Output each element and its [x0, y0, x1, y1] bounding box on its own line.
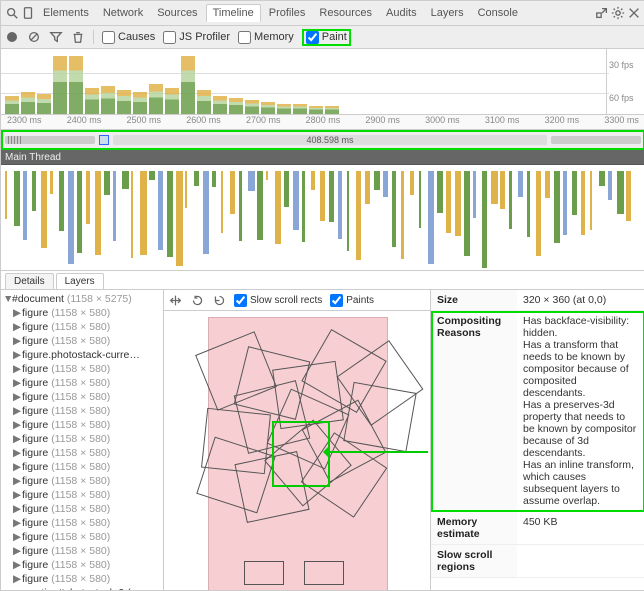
- layer-rect[interactable]: [244, 561, 284, 585]
- fps-30-label: 30 fps: [609, 60, 634, 70]
- tree-node[interactable]: ▶figure (1158 × 580): [1, 516, 163, 530]
- tree-node[interactable]: ▶figure (1158 × 580): [1, 544, 163, 558]
- layer-stage[interactable]: [164, 311, 430, 590]
- rotate-icon[interactable]: [190, 293, 204, 307]
- tree-node[interactable]: ▶figure (1158 × 580): [1, 558, 163, 572]
- tree-node[interactable]: ▶figure.photostack-curre…: [1, 348, 163, 362]
- timeline-toolbar: Causes JS Profiler Memory Paint: [1, 26, 644, 49]
- tree-node[interactable]: ▶figure (1158 × 580): [1, 418, 163, 432]
- overview-center: 408.598 ms: [113, 135, 547, 145]
- tab-console[interactable]: Console: [472, 5, 524, 21]
- tree-root[interactable]: ▼#document (1158 × 5275): [1, 292, 163, 306]
- toggle-slow-rects[interactable]: Slow scroll rects: [234, 294, 322, 307]
- layer-rect[interactable]: [304, 561, 344, 585]
- tree-node[interactable]: ▶figure (1158 × 580): [1, 334, 163, 348]
- tab-network[interactable]: Network: [97, 5, 149, 21]
- tree-node[interactable]: ▶figure (1158 × 580): [1, 446, 163, 460]
- detail-tab-layers[interactable]: Layers: [56, 273, 104, 289]
- search-icon[interactable]: [5, 6, 19, 20]
- tree-node[interactable]: ▶figure (1158 × 580): [1, 362, 163, 376]
- record-icon[interactable]: [5, 30, 19, 44]
- filter-icon[interactable]: [49, 30, 63, 44]
- filter-paint[interactable]: Paint: [302, 29, 351, 46]
- tab-resources[interactable]: Resources: [313, 5, 378, 21]
- overview-strip[interactable]: 408.598 ms: [1, 130, 644, 150]
- reset-icon[interactable]: [212, 293, 226, 307]
- filter-causes[interactable]: Causes: [102, 31, 155, 44]
- tree-node[interactable]: ▶figure (1158 × 580): [1, 404, 163, 418]
- fps-60-label: 60 fps: [609, 93, 634, 103]
- main-thread-header: Main Thread: [1, 150, 644, 165]
- tree-node[interactable]: ▶figure (1158 × 580): [1, 502, 163, 516]
- tree-node[interactable]: ▶figure (1158 × 580): [1, 530, 163, 544]
- prop-memory: Memory estimate450 KB: [431, 512, 644, 545]
- detail-body: ▼#document (1158 × 5275)▶figure (1158 × …: [1, 290, 644, 590]
- tab-sources[interactable]: Sources: [151, 5, 203, 21]
- filter-memory[interactable]: Memory: [238, 31, 294, 44]
- tree-node[interactable]: ▶figure (1158 × 580): [1, 376, 163, 390]
- tab-layers[interactable]: Layers: [425, 5, 470, 21]
- tree-node[interactable]: ▶figure (1158 × 580): [1, 474, 163, 488]
- canvas-toolbar: Slow scroll rects Paints: [164, 290, 430, 311]
- detail-tabs: Details Layers: [1, 271, 644, 290]
- layer-tree[interactable]: ▼#document (1158 × 5275)▶figure (1158 × …: [1, 290, 164, 590]
- flame-chart[interactable]: [1, 165, 644, 271]
- tree-node[interactable]: ▶figure (1158 × 580): [1, 488, 163, 502]
- tab-audits[interactable]: Audits: [380, 5, 423, 21]
- overview-selection[interactable]: [99, 135, 109, 145]
- tab-elements[interactable]: Elements: [37, 5, 95, 21]
- toggle-paints[interactable]: Paints: [330, 294, 374, 307]
- close-icon[interactable]: [627, 6, 641, 20]
- filter-jsprofiler[interactable]: JS Profiler: [163, 31, 230, 44]
- trash-icon[interactable]: [71, 30, 85, 44]
- fps-overview[interactable]: 30 fps 60 fps: [1, 49, 644, 115]
- tree-node[interactable]: ▶figure (1158 × 580): [1, 432, 163, 446]
- annotation-arrow: [326, 451, 428, 453]
- tab-profiles[interactable]: Profiles: [263, 5, 312, 21]
- tree-node[interactable]: ▶figure (1158 × 580): [1, 460, 163, 474]
- prop-size: Size320 × 360 (at 0,0): [431, 290, 644, 311]
- tree-node[interactable]: ▶figure (1158 × 580): [1, 390, 163, 404]
- top-tab-bar: Elements Network Sources Timeline Profil…: [1, 1, 644, 26]
- settings-icon[interactable]: [611, 6, 625, 20]
- layer-rect[interactable]: [343, 382, 416, 452]
- detail-tab-details[interactable]: Details: [5, 273, 54, 289]
- pan-icon[interactable]: [168, 293, 182, 307]
- clear-icon[interactable]: [27, 30, 41, 44]
- time-ruler: 2300 ms2400 ms2500 ms2600 ms2700 ms2800 …: [1, 115, 644, 130]
- prop-compositing-reasons: Compositing ReasonsHas backface-visibili…: [431, 311, 644, 512]
- layer-canvas-area: Slow scroll rects Paints: [164, 290, 430, 590]
- prop-slow-scroll: Slow scroll regions: [431, 545, 644, 578]
- tree-node[interactable]: ▶figure (1158 × 580): [1, 320, 163, 334]
- tree-node[interactable]: section#photostack-2 (…: [1, 586, 163, 590]
- device-icon[interactable]: [21, 6, 35, 20]
- drawer-icon[interactable]: [595, 6, 609, 20]
- layer-properties: Size320 × 360 (at 0,0) Compositing Reaso…: [430, 290, 644, 590]
- tree-node[interactable]: ▶figure (1158 × 580): [1, 572, 163, 586]
- tab-timeline[interactable]: Timeline: [206, 4, 261, 22]
- devtools-window: Elements Network Sources Timeline Profil…: [0, 0, 644, 591]
- tree-node[interactable]: ▶figure (1158 × 580): [1, 306, 163, 320]
